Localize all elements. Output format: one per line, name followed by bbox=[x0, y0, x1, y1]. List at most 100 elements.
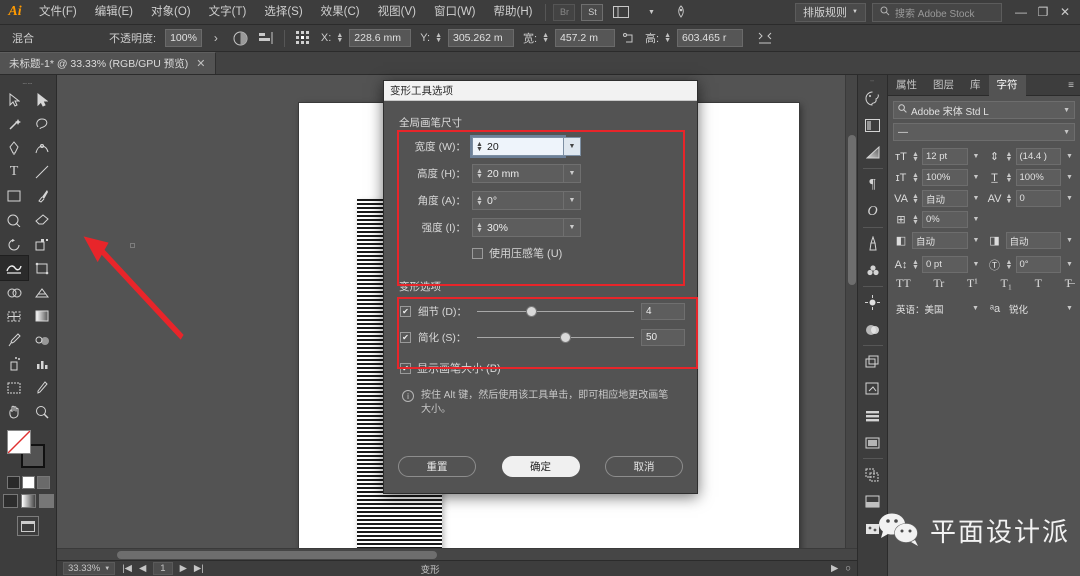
pen-tool[interactable] bbox=[0, 136, 28, 160]
right-aki-value[interactable]: 自动 bbox=[1005, 232, 1061, 249]
graphic-styles-icon[interactable] bbox=[860, 316, 886, 343]
screen-mode-icon[interactable] bbox=[17, 516, 39, 536]
tab-layers[interactable]: 图层 bbox=[925, 75, 962, 96]
magic-wand-tool[interactable] bbox=[0, 112, 28, 136]
rocket-icon[interactable] bbox=[668, 2, 694, 22]
opacity-input[interactable]: 100% bbox=[165, 29, 202, 47]
font-size-group[interactable]: ᴛT ▲ ▼ 12 pt ▼ bbox=[893, 148, 982, 165]
anti-alias-value[interactable]: 锐化 bbox=[1006, 300, 1061, 317]
transform-panel-icon[interactable] bbox=[860, 429, 886, 456]
chevron-down-icon[interactable]: ▼ bbox=[971, 261, 982, 268]
fill-color-swatch[interactable] bbox=[7, 430, 31, 454]
appearance-panel-icon[interactable] bbox=[860, 289, 886, 316]
menu-view[interactable]: 视图(V) bbox=[369, 0, 425, 25]
maximize-button[interactable]: ❐ bbox=[1032, 1, 1054, 23]
horizontal-scale-group[interactable]: T̲ ▲ ▼ 100% ▼ bbox=[987, 169, 1076, 186]
font-size-stepper[interactable]: ▲ ▼ bbox=[912, 151, 919, 163]
font-family-field[interactable]: Adobe 宋体 Std L ▼ bbox=[893, 101, 1075, 119]
direct-selection-tool[interactable] bbox=[28, 88, 56, 112]
transparency-icon[interactable] bbox=[230, 28, 252, 48]
tracking-value[interactable]: 0 bbox=[1015, 190, 1061, 207]
current-tool-label[interactable]: 变形 bbox=[421, 562, 440, 576]
tab-character[interactable]: 字符 bbox=[988, 74, 1026, 96]
angle-input[interactable]: ▲ ▼ 0° bbox=[472, 191, 564, 210]
menu-object[interactable]: 对象(O) bbox=[142, 0, 200, 25]
simplify-checkbox[interactable]: ✔ bbox=[400, 332, 411, 343]
shaper-tool[interactable] bbox=[0, 208, 28, 232]
angle-dropdown-icon[interactable]: ▼ bbox=[564, 191, 581, 210]
pressure-pen-checkbox[interactable] bbox=[472, 247, 483, 259]
status-circle-icon[interactable]: ○ bbox=[845, 563, 851, 574]
intensity-input[interactable]: ▲ ▼ 30% bbox=[472, 218, 564, 237]
rectangle-tool[interactable] bbox=[0, 184, 28, 208]
width-stepper[interactable]: ▲ ▼ bbox=[476, 141, 483, 153]
free-transform-tool[interactable] bbox=[28, 256, 56, 280]
font-size-value[interactable]: 12 pt bbox=[922, 148, 968, 165]
minimize-button[interactable]: — bbox=[1010, 1, 1032, 23]
blend-tool[interactable] bbox=[28, 328, 56, 352]
horizontal-scale-value[interactable]: 100% bbox=[1015, 169, 1061, 186]
nav-first-page[interactable]: |◀ bbox=[122, 563, 132, 574]
color-icon[interactable] bbox=[2, 494, 18, 508]
symbol-sprayer-tool[interactable] bbox=[0, 352, 28, 376]
nav-last-page[interactable]: ▶| bbox=[194, 563, 204, 574]
chevron-down-icon[interactable]: ▼ bbox=[1064, 237, 1075, 244]
menu-window[interactable]: 窗口(W) bbox=[425, 0, 485, 25]
layers-panel-icon[interactable] bbox=[860, 348, 886, 375]
panel-menu-icon[interactable]: ≡ bbox=[1062, 80, 1080, 91]
tsume-stepper[interactable]: ▲ ▼ bbox=[912, 214, 919, 226]
hand-tool[interactable] bbox=[0, 400, 28, 424]
vertical-scroll-thumb[interactable] bbox=[848, 135, 856, 285]
perspective-grid-tool[interactable] bbox=[28, 280, 56, 304]
tracking-stepper[interactable]: ▲ ▼ bbox=[1006, 193, 1013, 205]
height-input[interactable]: 603.465 r bbox=[677, 29, 743, 47]
bridge-icon[interactable]: Br bbox=[553, 3, 576, 21]
horizontal-scale-stepper[interactable]: ▲ ▼ bbox=[1006, 172, 1013, 184]
kerning-value[interactable]: 自动 bbox=[922, 190, 968, 207]
language-value[interactable]: 英语：美国 bbox=[893, 300, 967, 317]
tab-properties[interactable]: 属性 bbox=[888, 75, 925, 96]
left-aki-group[interactable]: ◧ 自动 ▼ bbox=[893, 232, 982, 249]
gradient-panel-icon[interactable] bbox=[860, 139, 886, 166]
leading-stepper[interactable]: ▲ ▼ bbox=[1006, 151, 1013, 163]
link-ratio-icon[interactable] bbox=[618, 28, 640, 48]
paintbrush-tool[interactable] bbox=[28, 184, 56, 208]
opacity-expand-icon[interactable]: › bbox=[205, 28, 227, 48]
baseline-shift-group[interactable]: A↕ ▲ ▼ 0 pt ▼ bbox=[893, 256, 982, 273]
zoom-level-control[interactable]: 33.33% ▼ bbox=[63, 562, 116, 575]
symbols-panel-icon[interactable] bbox=[860, 257, 886, 284]
small-caps-button[interactable]: Tr bbox=[933, 276, 944, 291]
height-dropdown-icon[interactable]: ▼ bbox=[564, 164, 581, 183]
width-input[interactable]: 457.2 m bbox=[555, 29, 615, 47]
chevron-down-icon[interactable]: ▼ bbox=[1064, 261, 1075, 268]
eraser-tool[interactable] bbox=[28, 208, 56, 232]
default-colors-icon[interactable] bbox=[6, 476, 20, 489]
menu-edit[interactable]: 编辑(E) bbox=[86, 0, 142, 25]
tsume-group[interactable]: ⊞ ▲ ▼ 0% ▼ bbox=[893, 211, 982, 228]
kerning-stepper[interactable]: ▲ ▼ bbox=[912, 193, 919, 205]
ok-button[interactable]: 确定 bbox=[501, 456, 580, 477]
tools-panel-grip[interactable]: ┄┄ bbox=[0, 79, 56, 88]
show-brush-size-row[interactable]: ✔ 显示画笔大小 (B) bbox=[396, 360, 685, 376]
paragraph-panel-icon[interactable]: ¶ bbox=[860, 171, 886, 198]
line-segment-tool[interactable] bbox=[28, 160, 56, 184]
lasso-tool[interactable] bbox=[28, 112, 56, 136]
tracking-group[interactable]: AV ▲ ▼ 0 ▼ bbox=[987, 190, 1076, 207]
column-graph-tool[interactable] bbox=[28, 352, 56, 376]
warp-tool[interactable] bbox=[0, 255, 29, 281]
slice-tool[interactable] bbox=[28, 376, 56, 400]
fill-stroke-control[interactable] bbox=[7, 430, 49, 470]
mesh-tool[interactable] bbox=[0, 304, 28, 328]
menu-effect[interactable]: 效果(C) bbox=[312, 0, 369, 25]
horizontal-scrollbar[interactable] bbox=[57, 548, 857, 560]
status-play-icon[interactable]: ▶ bbox=[831, 563, 838, 574]
menu-select[interactable]: 选择(S) bbox=[255, 0, 311, 25]
baseline-stepper[interactable]: ▲ ▼ bbox=[912, 259, 919, 271]
pathfinder-panel-icon[interactable] bbox=[860, 461, 886, 488]
intensity-dropdown-icon[interactable]: ▼ bbox=[564, 218, 581, 237]
simplify-slider-track[interactable] bbox=[477, 332, 634, 343]
chevron-down-icon[interactable]: ▼ bbox=[1064, 195, 1075, 202]
simplify-slider-knob[interactable] bbox=[560, 332, 572, 343]
artboards-panel-icon[interactable] bbox=[860, 375, 886, 402]
workspace-switcher[interactable]: 排版规则 ▼ bbox=[795, 2, 866, 22]
